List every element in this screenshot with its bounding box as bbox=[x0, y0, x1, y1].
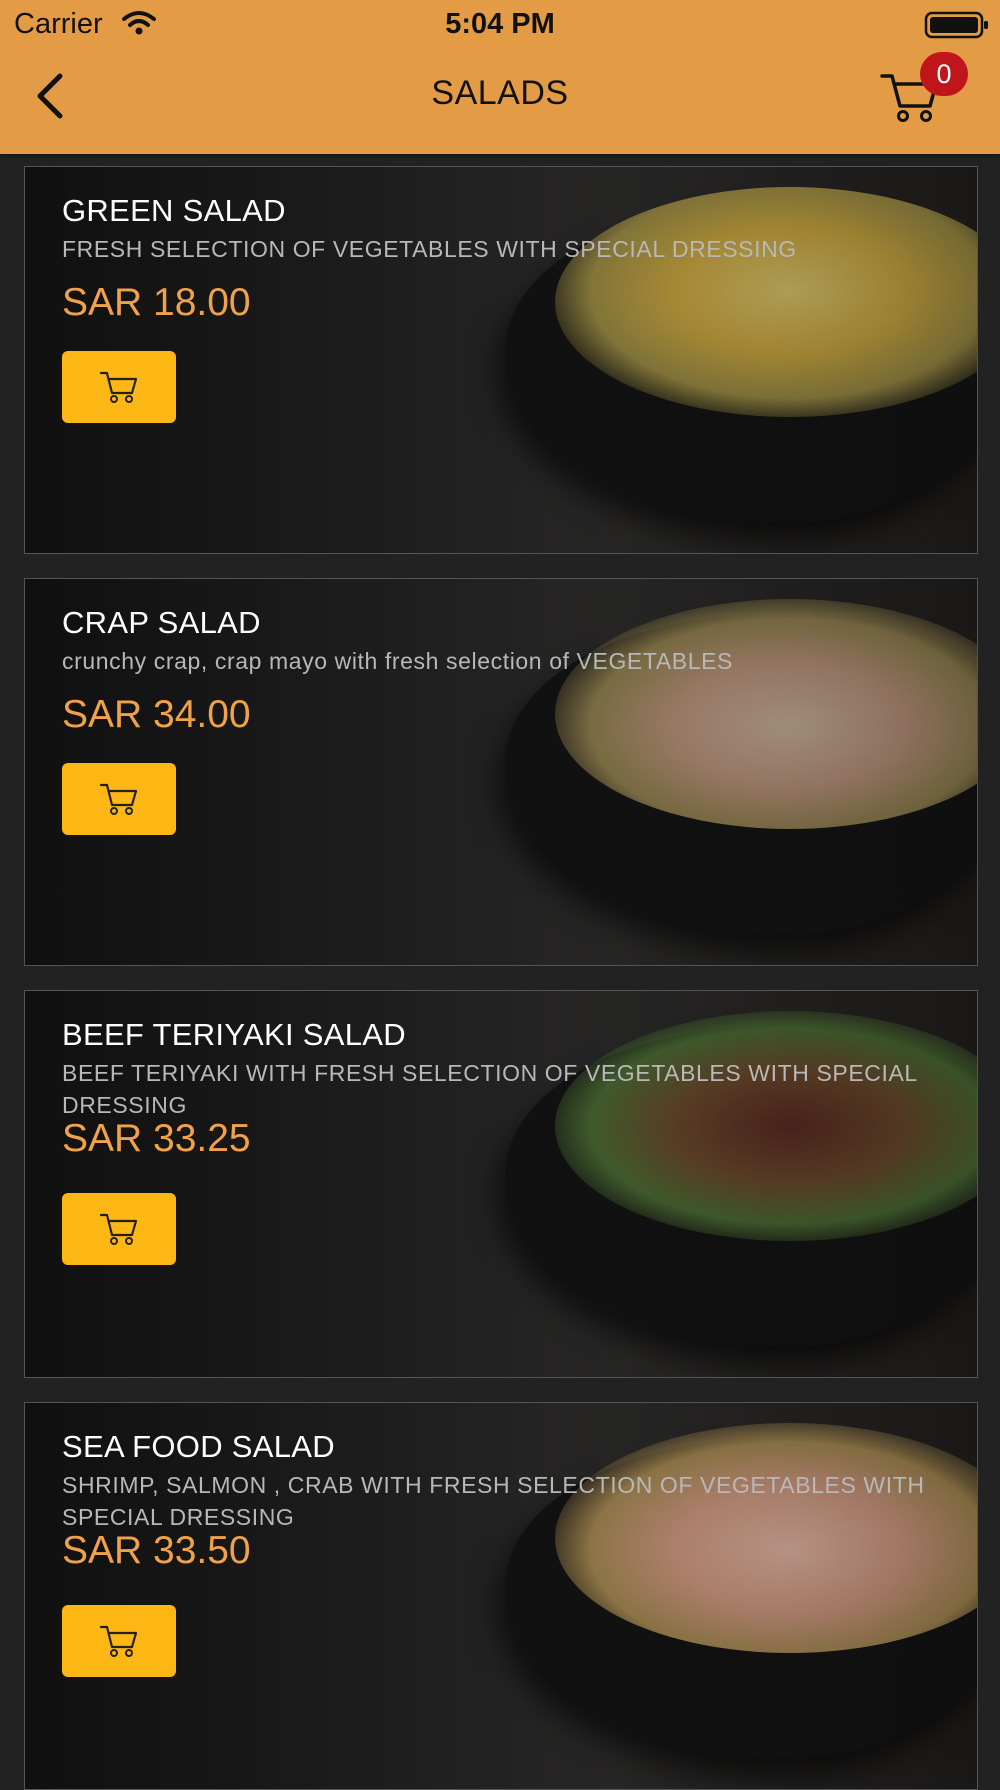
cart-icon bbox=[99, 1625, 138, 1657]
item-description: FRESH SELECTION OF VEGETABLES WITH SPECI… bbox=[62, 236, 797, 262]
add-to-cart-button[interactable] bbox=[62, 763, 176, 835]
item-name: SEA FOOD SALAD bbox=[62, 1429, 335, 1464]
menu-item-card[interactable]: BEEF TERIYAKI SALAD BEEF TERIYAKI WITH F… bbox=[24, 990, 978, 1378]
menu-item-card[interactable]: GREEN SALAD FRESH SELECTION OF VEGETABLE… bbox=[24, 166, 978, 554]
cart-count-badge: 0 bbox=[920, 52, 968, 96]
item-description: SHRIMP, SALMON , CRAB WITH FRESH SELECTI… bbox=[62, 1472, 925, 1530]
page-title: SALADS bbox=[431, 74, 569, 112]
cart-icon bbox=[99, 371, 138, 403]
status-time: 5:04 PM bbox=[445, 8, 555, 40]
item-description: BEEF TERIYAKI WITH FRESH SELECTION OF VE… bbox=[62, 1060, 917, 1118]
item-price: SAR 34.00 bbox=[62, 693, 251, 736]
item-name: GREEN SALAD bbox=[62, 193, 286, 228]
cart-icon bbox=[99, 1213, 138, 1245]
item-price: SAR 33.25 bbox=[62, 1117, 251, 1160]
add-to-cart-button[interactable] bbox=[62, 351, 176, 423]
cart-icon bbox=[99, 783, 138, 815]
nav-header: Carrier 5:04 PM SALADS 0 bbox=[0, 0, 1000, 154]
item-price: SAR 33.50 bbox=[62, 1529, 251, 1572]
add-to-cart-button[interactable] bbox=[62, 1193, 176, 1265]
item-name: CRAP SALAD bbox=[62, 605, 261, 640]
battery-icon bbox=[924, 11, 988, 39]
menu-item-card[interactable]: SEA FOOD SALAD SHRIMP, SALMON , CRAB WIT… bbox=[24, 1402, 978, 1790]
item-name: BEEF TERIYAKI SALAD bbox=[62, 1017, 406, 1052]
item-description: crunchy crap, crap mayo with fresh selec… bbox=[62, 648, 733, 674]
item-price: SAR 18.00 bbox=[62, 281, 251, 324]
add-to-cart-button[interactable] bbox=[62, 1605, 176, 1677]
menu-item-card[interactable]: CRAP SALAD crunchy crap, crap mayo with … bbox=[24, 578, 978, 966]
